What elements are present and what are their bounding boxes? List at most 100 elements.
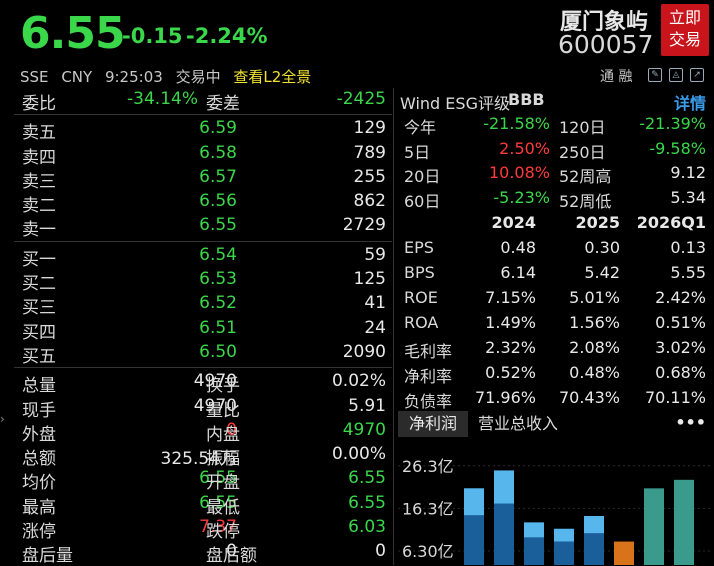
fin-header-2026q1: 2026Q1 (636, 213, 706, 232)
stat-value: 0.00% (331, 444, 386, 465)
fin-value-2026q1: 0.68% (655, 363, 706, 382)
perf-label: 20日 (404, 167, 441, 186)
fin-label: BPS (404, 263, 435, 282)
stat-label: 跌停 (206, 522, 240, 543)
perf-label: 250日 (559, 142, 606, 162)
fin-label: 毛利率 (404, 342, 453, 361)
esg-row: Wind ESG评级 BBB 详情 (398, 88, 712, 114)
bid-price: 6.50 (199, 341, 237, 362)
ask-label: 卖三 (22, 171, 56, 192)
financial-row: ROE 7.15% 5.01% 2.42% (398, 285, 712, 310)
fin-value-2026q1: 0.13 (670, 238, 706, 257)
financial-row: 毛利率 2.32% 2.08% 3.02% (398, 335, 712, 361)
ask-row[interactable]: 卖四 6.58 789 (14, 142, 392, 168)
ask-volume: 2729 (342, 215, 386, 236)
bid-label: 买五 (22, 346, 56, 367)
weibi-value: -34.14% (127, 89, 198, 109)
bid-label: 买一 (22, 249, 56, 270)
esg-detail-link[interactable]: 详情 (674, 90, 706, 114)
esg-grade: BBB (508, 90, 545, 109)
financial-row: 净利率 0.52% 0.48% 0.68% (398, 360, 712, 386)
weibi-label: 委比 (22, 94, 56, 114)
ask-label: 卖一 (22, 220, 56, 241)
fin-value-2024: 7.15% (485, 288, 536, 307)
chart-bar-highlight (554, 528, 574, 542)
ask-label: 卖四 (22, 147, 56, 168)
ask-volume: 255 (353, 166, 386, 187)
share-icon[interactable]: ↗ (690, 68, 704, 82)
ask-row[interactable]: 卖一 6.55 2729 (14, 214, 392, 241)
ask-row[interactable]: 卖二 6.56 862 (14, 190, 392, 217)
ask-list: 卖五 6.59 129 卖四 6.58 789 卖三 6.57 255 卖二 6.56 862 卖一 6.… (14, 117, 392, 241)
fin-value-2026q1: 0.51% (655, 313, 706, 332)
esg-label: Wind ESG评级 (400, 94, 510, 113)
edit-icon[interactable]: ✎ (648, 68, 662, 82)
fin-value-2026q1: 3.02% (655, 338, 706, 357)
bid-row[interactable]: 买四 6.51 24 (14, 317, 392, 343)
stat-value: 0.02% (331, 371, 386, 392)
bid-row[interactable]: 买二 6.53 125 (14, 268, 392, 295)
fin-value-2025: 70.43% (558, 388, 620, 407)
y-tick-label: 6.30亿 (402, 542, 454, 561)
fin-value-2024: 71.96% (474, 388, 536, 407)
bid-list: 买一 6.54 59 买二 6.53 125 买三 6.52 41 买四 6.51 24 买五 6.50 2… (14, 244, 392, 367)
bid-price: 6.52 (199, 293, 237, 314)
bid-row[interactable]: 买五 6.50 2090 (14, 341, 392, 367)
ask-volume: 129 (353, 118, 386, 139)
price-change: -0.15 (122, 24, 183, 48)
ask-row[interactable]: 卖五 6.59 129 (14, 117, 392, 144)
stat-row: 总量 4970 换手 0.02% (14, 370, 392, 397)
chart-bar[interactable] (614, 541, 634, 565)
bid-volume: 24 (364, 317, 386, 338)
chart-bar[interactable] (644, 488, 664, 565)
fin-label: 净利率 (404, 367, 453, 386)
tab-revenue[interactable]: 营业总收入 (478, 411, 558, 437)
stats-list: 总量 4970 换手 0.02% 现手 4970 量比 5.91 外盘 0 内盘 4970 总额 325.… (14, 370, 392, 566)
expand-arrow-icon[interactable]: › (0, 412, 14, 426)
stat-label: 涨停 (22, 522, 56, 543)
more-icon[interactable]: ••• (675, 411, 706, 435)
ask-price: 6.56 (199, 191, 237, 212)
stat-label: 总量 (22, 376, 56, 397)
financial-row: ROA 1.49% 1.56% 0.51% (398, 310, 712, 335)
chart-bar-highlight (464, 488, 484, 516)
stat-label: 内盘 (206, 424, 240, 445)
stat-row: 最高 6.55 最低 6.55 (14, 492, 392, 518)
ask-volume: 789 (353, 142, 386, 163)
trade-now-button[interactable]: 立即 交易 (661, 4, 709, 56)
stat-label: 总额 (22, 449, 56, 470)
alert-bell-icon[interactable]: ◬ (669, 68, 683, 82)
fin-value-2025: 0.30 (584, 238, 620, 257)
bid-row[interactable]: 买三 6.52 41 (14, 292, 392, 318)
trading-status: 交易中 (175, 68, 221, 86)
ask-label: 卖二 (22, 196, 56, 217)
fin-value-2024: 6.14 (500, 263, 536, 282)
weicha-label: 委差 (206, 94, 240, 114)
stat-label: 外盘 (22, 424, 56, 445)
bid-volume: 125 (353, 269, 386, 290)
chart-bar-highlight (524, 522, 544, 538)
ask-row[interactable]: 卖三 6.57 255 (14, 166, 392, 192)
trade-btn-line2: 交易 (668, 30, 701, 49)
bid-volume: 59 (364, 244, 386, 265)
stock-code: 600057 (558, 30, 654, 59)
bid-label: 买四 (22, 322, 56, 343)
stat-row: 总额 325.54万 振幅 0.00% (14, 443, 392, 470)
stat-value: 5.91 (348, 395, 386, 416)
quote-time: 9:25:03 (104, 68, 163, 86)
bid-volume: 2090 (342, 341, 386, 362)
performance-row: 20日 10.08% 52周高 9.12 (398, 161, 712, 186)
bid-label: 买二 (22, 274, 56, 295)
ask-label: 卖五 (22, 123, 56, 144)
stat-row: 均价 6.55 开盘 6.55 (14, 467, 392, 493)
perf-value: -21.58% (483, 114, 550, 133)
performance-row: 60日 -5.23% 52周低 5.34 (398, 186, 712, 211)
fin-value-2025: 5.01% (569, 288, 620, 307)
last-price: 6.55 (20, 8, 126, 59)
financial-header-row: 2024 2025 2026Q1 (398, 210, 712, 235)
bid-row[interactable]: 买一 6.54 59 (14, 244, 392, 270)
performance-list: 今年 -21.58% 120日 -21.39% 5日 2.50% 250日 -9.58% 20日… (398, 112, 712, 211)
chart-bar[interactable] (674, 479, 694, 565)
l2-panorama-link[interactable]: 查看L2全景 (233, 68, 311, 86)
tab-net-profit[interactable]: 净利润 (398, 411, 468, 437)
